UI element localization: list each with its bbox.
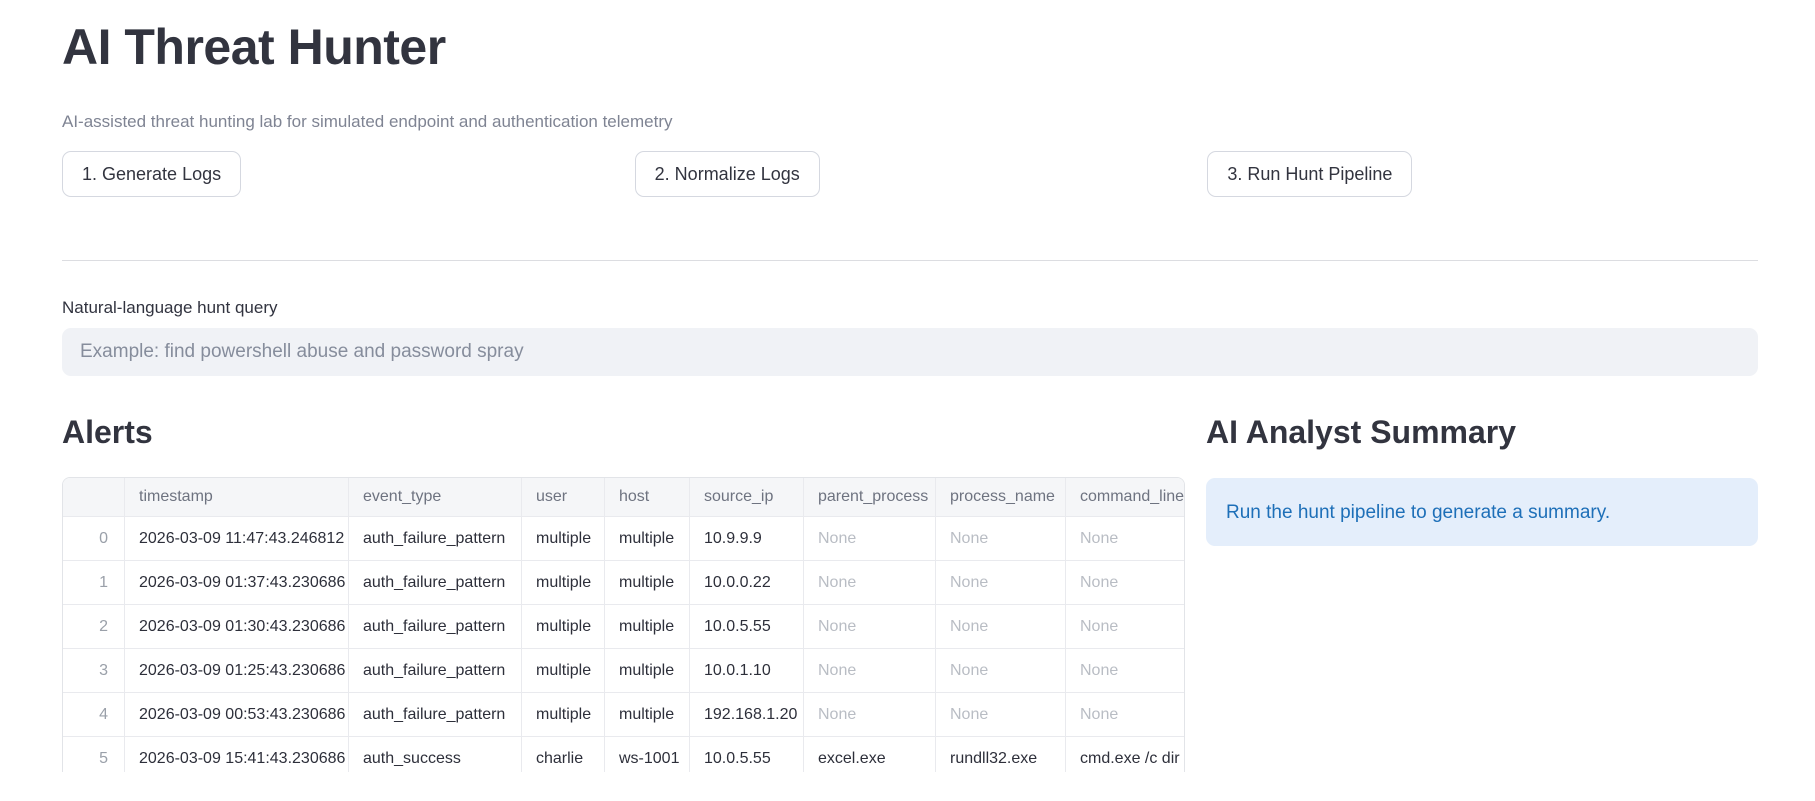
table-row: 5 2026-03-09 15:41:43.230686 auth_success c…: [63, 737, 1184, 772]
button-column-3: 3. Run Hunt Pipeline: [1207, 151, 1758, 197]
column-header-process_name[interactable]: process_name: [936, 478, 1066, 517]
table-cell[interactable]: None: [804, 649, 936, 693]
row-index-cell[interactable]: 0: [63, 517, 125, 561]
table-row: 4 2026-03-09 00:53:43.230686 auth_failure_…: [63, 693, 1184, 737]
table-cell[interactable]: None: [936, 649, 1066, 693]
row-index-cell[interactable]: 5: [63, 737, 125, 772]
row-index-cell[interactable]: 4: [63, 693, 125, 737]
button-column-1: 1. Generate Logs: [62, 151, 613, 197]
table-cell[interactable]: 2026-03-09 01:30:43.230686: [125, 605, 349, 649]
row-index-cell[interactable]: 3: [63, 649, 125, 693]
table-cell[interactable]: auth_failure_pattern: [349, 693, 522, 737]
table-cell[interactable]: rundll32.exe: [936, 737, 1066, 772]
table-cell[interactable]: None: [804, 605, 936, 649]
table-cell[interactable]: excel.exe: [804, 737, 936, 772]
column-header-user[interactable]: user: [522, 478, 605, 517]
table-cell[interactable]: None: [1066, 561, 1184, 605]
table-cell[interactable]: multiple: [605, 605, 690, 649]
ai-summary-section: AI Analyst Summary Run the hunt pipeline…: [1206, 415, 1758, 772]
summary-info-box: Run the hunt pipeline to generate a summ…: [1206, 478, 1758, 546]
table-cell[interactable]: auth_failure_pattern: [349, 649, 522, 693]
table-cell[interactable]: None: [936, 517, 1066, 561]
table-cell[interactable]: multiple: [522, 693, 605, 737]
table-row: 2 2026-03-09 01:30:43.230686 auth_failure_…: [63, 605, 1184, 649]
table-cell[interactable]: None: [1066, 605, 1184, 649]
table-cell[interactable]: charlie: [522, 737, 605, 772]
alerts-table-head-row: timestamp event_type user host source_ip pare…: [63, 478, 1184, 517]
table-cell[interactable]: 2026-03-09 01:25:43.230686: [125, 649, 349, 693]
table-cell[interactable]: None: [1066, 693, 1184, 737]
table-cell[interactable]: 10.0.1.10: [690, 649, 804, 693]
table-cell[interactable]: multiple: [605, 517, 690, 561]
table-cell[interactable]: None: [1066, 649, 1184, 693]
table-cell[interactable]: multiple: [605, 561, 690, 605]
app-page: AI Threat Hunter AI-assisted threat hunt…: [0, 18, 1815, 772]
column-header-host[interactable]: host: [605, 478, 690, 517]
main-columns: Alerts timestamp event_type user host source…: [62, 415, 1758, 772]
pipeline-buttons-row: 1. Generate Logs 2. Normalize Logs 3. Ru…: [62, 151, 1758, 197]
hunt-query-label: Natural-language hunt query: [62, 298, 278, 317]
table-cell[interactable]: None: [936, 605, 1066, 649]
table-cell[interactable]: None: [804, 693, 936, 737]
table-cell[interactable]: multiple: [522, 561, 605, 605]
column-header-parent_process[interactable]: parent_process: [804, 478, 936, 517]
table-cell[interactable]: 10.0.5.55: [690, 737, 804, 772]
alerts-section: Alerts timestamp event_type user host source…: [62, 415, 1185, 772]
ai-summary-heading: AI Analyst Summary: [1206, 414, 1517, 450]
row-index-cell[interactable]: 2: [63, 605, 125, 649]
table-cell[interactable]: None: [1066, 517, 1184, 561]
table-cell[interactable]: 2026-03-09 00:53:43.230686: [125, 693, 349, 737]
hunt-query-input[interactable]: [62, 328, 1758, 376]
table-cell[interactable]: auth_failure_pattern: [349, 561, 522, 605]
generate-logs-button[interactable]: 1. Generate Logs: [62, 151, 242, 197]
table-row: 0 2026-03-09 11:47:43.246812 auth_failure_…: [63, 517, 1184, 561]
column-header-event_type[interactable]: event_type: [349, 478, 522, 517]
button-column-2: 2. Normalize Logs: [634, 151, 1186, 197]
section-divider: [62, 260, 1758, 261]
table-cell[interactable]: 2026-03-09 01:37:43.230686: [125, 561, 349, 605]
table-cell[interactable]: multiple: [605, 693, 690, 737]
table-cell[interactable]: cmd.exe /c dir: [1066, 737, 1184, 772]
alerts-table[interactable]: timestamp event_type user host source_ip pare…: [62, 477, 1185, 772]
column-header-index[interactable]: [63, 478, 125, 517]
table-cell[interactable]: multiple: [522, 649, 605, 693]
column-header-timestamp[interactable]: timestamp: [125, 478, 349, 517]
table-row: 1 2026-03-09 01:37:43.230686 auth_failure_…: [63, 561, 1184, 605]
table-cell[interactable]: 10.0.5.55: [690, 605, 804, 649]
normalize-logs-button[interactable]: 2. Normalize Logs: [634, 151, 820, 197]
page-title: AI Threat Hunter: [62, 19, 446, 75]
table-cell[interactable]: None: [804, 517, 936, 561]
column-header-source_ip[interactable]: source_ip: [690, 478, 804, 517]
table-row: 3 2026-03-09 01:25:43.230686 auth_failure_…: [63, 649, 1184, 693]
run-hunt-pipeline-button[interactable]: 3. Run Hunt Pipeline: [1207, 151, 1413, 197]
column-header-command_line[interactable]: command_line: [1066, 478, 1184, 517]
table-cell[interactable]: 10.0.0.22: [690, 561, 804, 605]
table-cell[interactable]: multiple: [522, 517, 605, 561]
table-cell[interactable]: None: [804, 561, 936, 605]
table-cell[interactable]: auth_failure_pattern: [349, 605, 522, 649]
alerts-heading: Alerts: [62, 414, 153, 450]
table-cell[interactable]: auth_failure_pattern: [349, 517, 522, 561]
table-cell[interactable]: 2026-03-09 15:41:43.230686: [125, 737, 349, 772]
table-cell[interactable]: multiple: [605, 649, 690, 693]
table-cell[interactable]: 192.168.1.20: [690, 693, 804, 737]
table-cell[interactable]: 2026-03-09 11:47:43.246812: [125, 517, 349, 561]
table-cell[interactable]: None: [936, 561, 1066, 605]
table-cell[interactable]: None: [936, 693, 1066, 737]
table-cell[interactable]: auth_success: [349, 737, 522, 772]
row-index-cell[interactable]: 1: [63, 561, 125, 605]
page-subtitle: AI-assisted threat hunting lab for simul…: [62, 112, 673, 131]
summary-info-text: Run the hunt pipeline to generate a summ…: [1226, 501, 1611, 523]
table-cell[interactable]: multiple: [522, 605, 605, 649]
table-cell[interactable]: ws-1001: [605, 737, 690, 772]
table-cell[interactable]: 10.9.9.9: [690, 517, 804, 561]
